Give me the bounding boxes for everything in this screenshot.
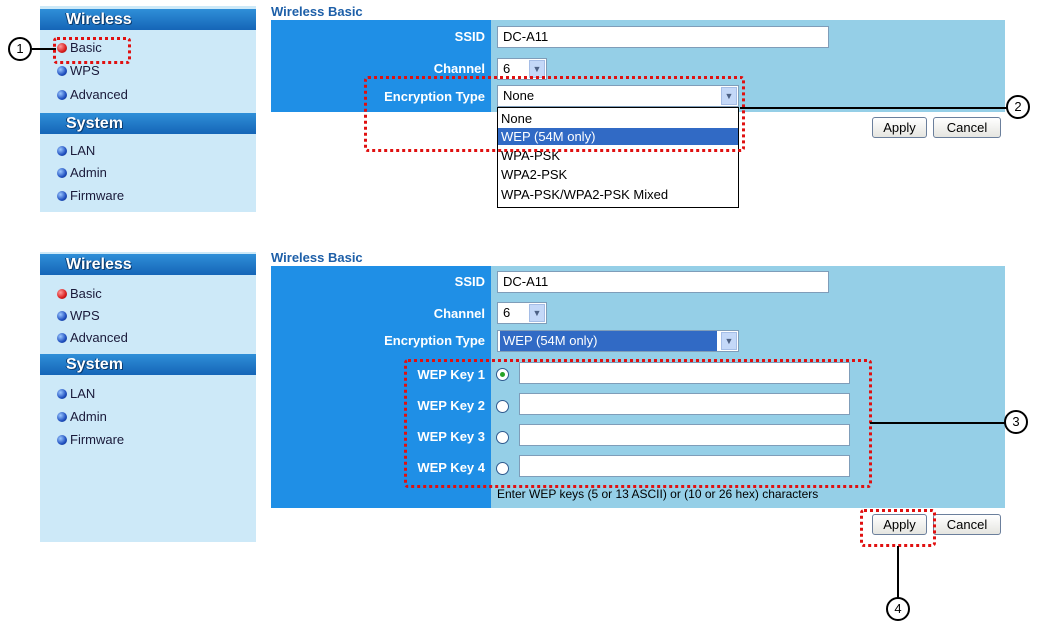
callout-2-line <box>740 107 1008 109</box>
bottom-sidebar-heading-wireless: Wireless <box>40 254 256 275</box>
bottom-sidebar-item-lan[interactable]: LAN <box>57 386 95 402</box>
bottom-page-title: Wireless Basic <box>271 250 363 265</box>
top-ssid-input[interactable]: DC-A11 <box>497 26 829 48</box>
bottom-channel-select[interactable]: 6 ▼ <box>497 302 547 324</box>
bottom-encryption-select[interactable]: WEP (54M only) ▼ <box>497 330 739 352</box>
callout-2: 2 <box>1006 95 1030 119</box>
bullet-icon <box>57 389 67 399</box>
bullet-icon <box>57 435 67 445</box>
dropdown-option-wpa2-psk[interactable]: WPA2-PSK <box>498 166 738 183</box>
callout-1-line <box>32 48 56 50</box>
highlight-apply <box>860 509 936 547</box>
callout-1: 1 <box>8 37 32 61</box>
top-sidebar-heading-system: System <box>40 113 256 134</box>
top-sidebar-item-wps[interactable]: WPS <box>57 63 100 79</box>
bottom-ssid-input[interactable]: DC-A11 <box>497 271 829 293</box>
encryption-selected-value: WEP (54M only) <box>500 331 717 351</box>
top-apply-button[interactable]: Apply <box>872 117 927 138</box>
chevron-down-icon[interactable]: ▼ <box>721 332 737 350</box>
top-cancel-button[interactable]: Cancel <box>933 117 1001 138</box>
chevron-down-icon[interactable]: ▼ <box>529 304 545 322</box>
bottom-ssid-label: SSID <box>454 274 485 289</box>
bottom-sidebar-heading-system: System <box>40 354 256 375</box>
bullet-icon <box>57 311 67 321</box>
bullet-icon <box>57 66 67 76</box>
bullet-icon <box>57 333 67 343</box>
top-page-title: Wireless Basic <box>271 4 363 19</box>
bottom-channel-label: Channel <box>433 306 485 321</box>
bottom-sidebar-item-firmware[interactable]: Firmware <box>57 432 124 448</box>
top-channel-label: Channel <box>433 61 485 76</box>
callout-3-line <box>870 422 1006 424</box>
dropdown-option-mixed[interactable]: WPA-PSK/WPA2-PSK Mixed <box>498 186 738 203</box>
bullet-icon <box>57 168 67 178</box>
bottom-encryption-label: Encryption Type <box>384 333 485 348</box>
bullet-icon <box>57 90 67 100</box>
highlight-basic <box>53 37 131 64</box>
top-sidebar-heading-wireless: Wireless <box>40 9 256 30</box>
bullet-icon <box>57 289 67 299</box>
top-sidebar-item-admin[interactable]: Admin <box>57 165 107 181</box>
bullet-icon <box>57 191 67 201</box>
top-ssid-label: SSID <box>454 29 485 44</box>
bullet-icon <box>57 412 67 422</box>
callout-4-line <box>897 546 899 598</box>
bottom-sidebar-item-admin[interactable]: Admin <box>57 409 107 425</box>
callout-4: 4 <box>886 597 910 621</box>
highlight-wep-keys <box>404 359 872 488</box>
highlight-encryption <box>364 76 745 152</box>
callout-3: 3 <box>1004 410 1028 434</box>
bullet-icon <box>57 146 67 156</box>
bottom-sidebar-item-advanced[interactable]: Advanced <box>57 330 128 346</box>
bottom-cancel-button[interactable]: Cancel <box>933 514 1001 535</box>
wep-hint: Enter WEP keys (5 or 13 ASCII) or (10 or… <box>497 487 819 501</box>
top-sidebar-item-firmware[interactable]: Firmware <box>57 188 124 204</box>
top-sidebar-item-lan[interactable]: LAN <box>57 143 95 159</box>
bottom-sidebar-item-basic[interactable]: Basic <box>57 286 102 302</box>
bottom-sidebar-item-wps[interactable]: WPS <box>57 308 100 324</box>
top-sidebar-item-advanced[interactable]: Advanced <box>57 87 128 103</box>
